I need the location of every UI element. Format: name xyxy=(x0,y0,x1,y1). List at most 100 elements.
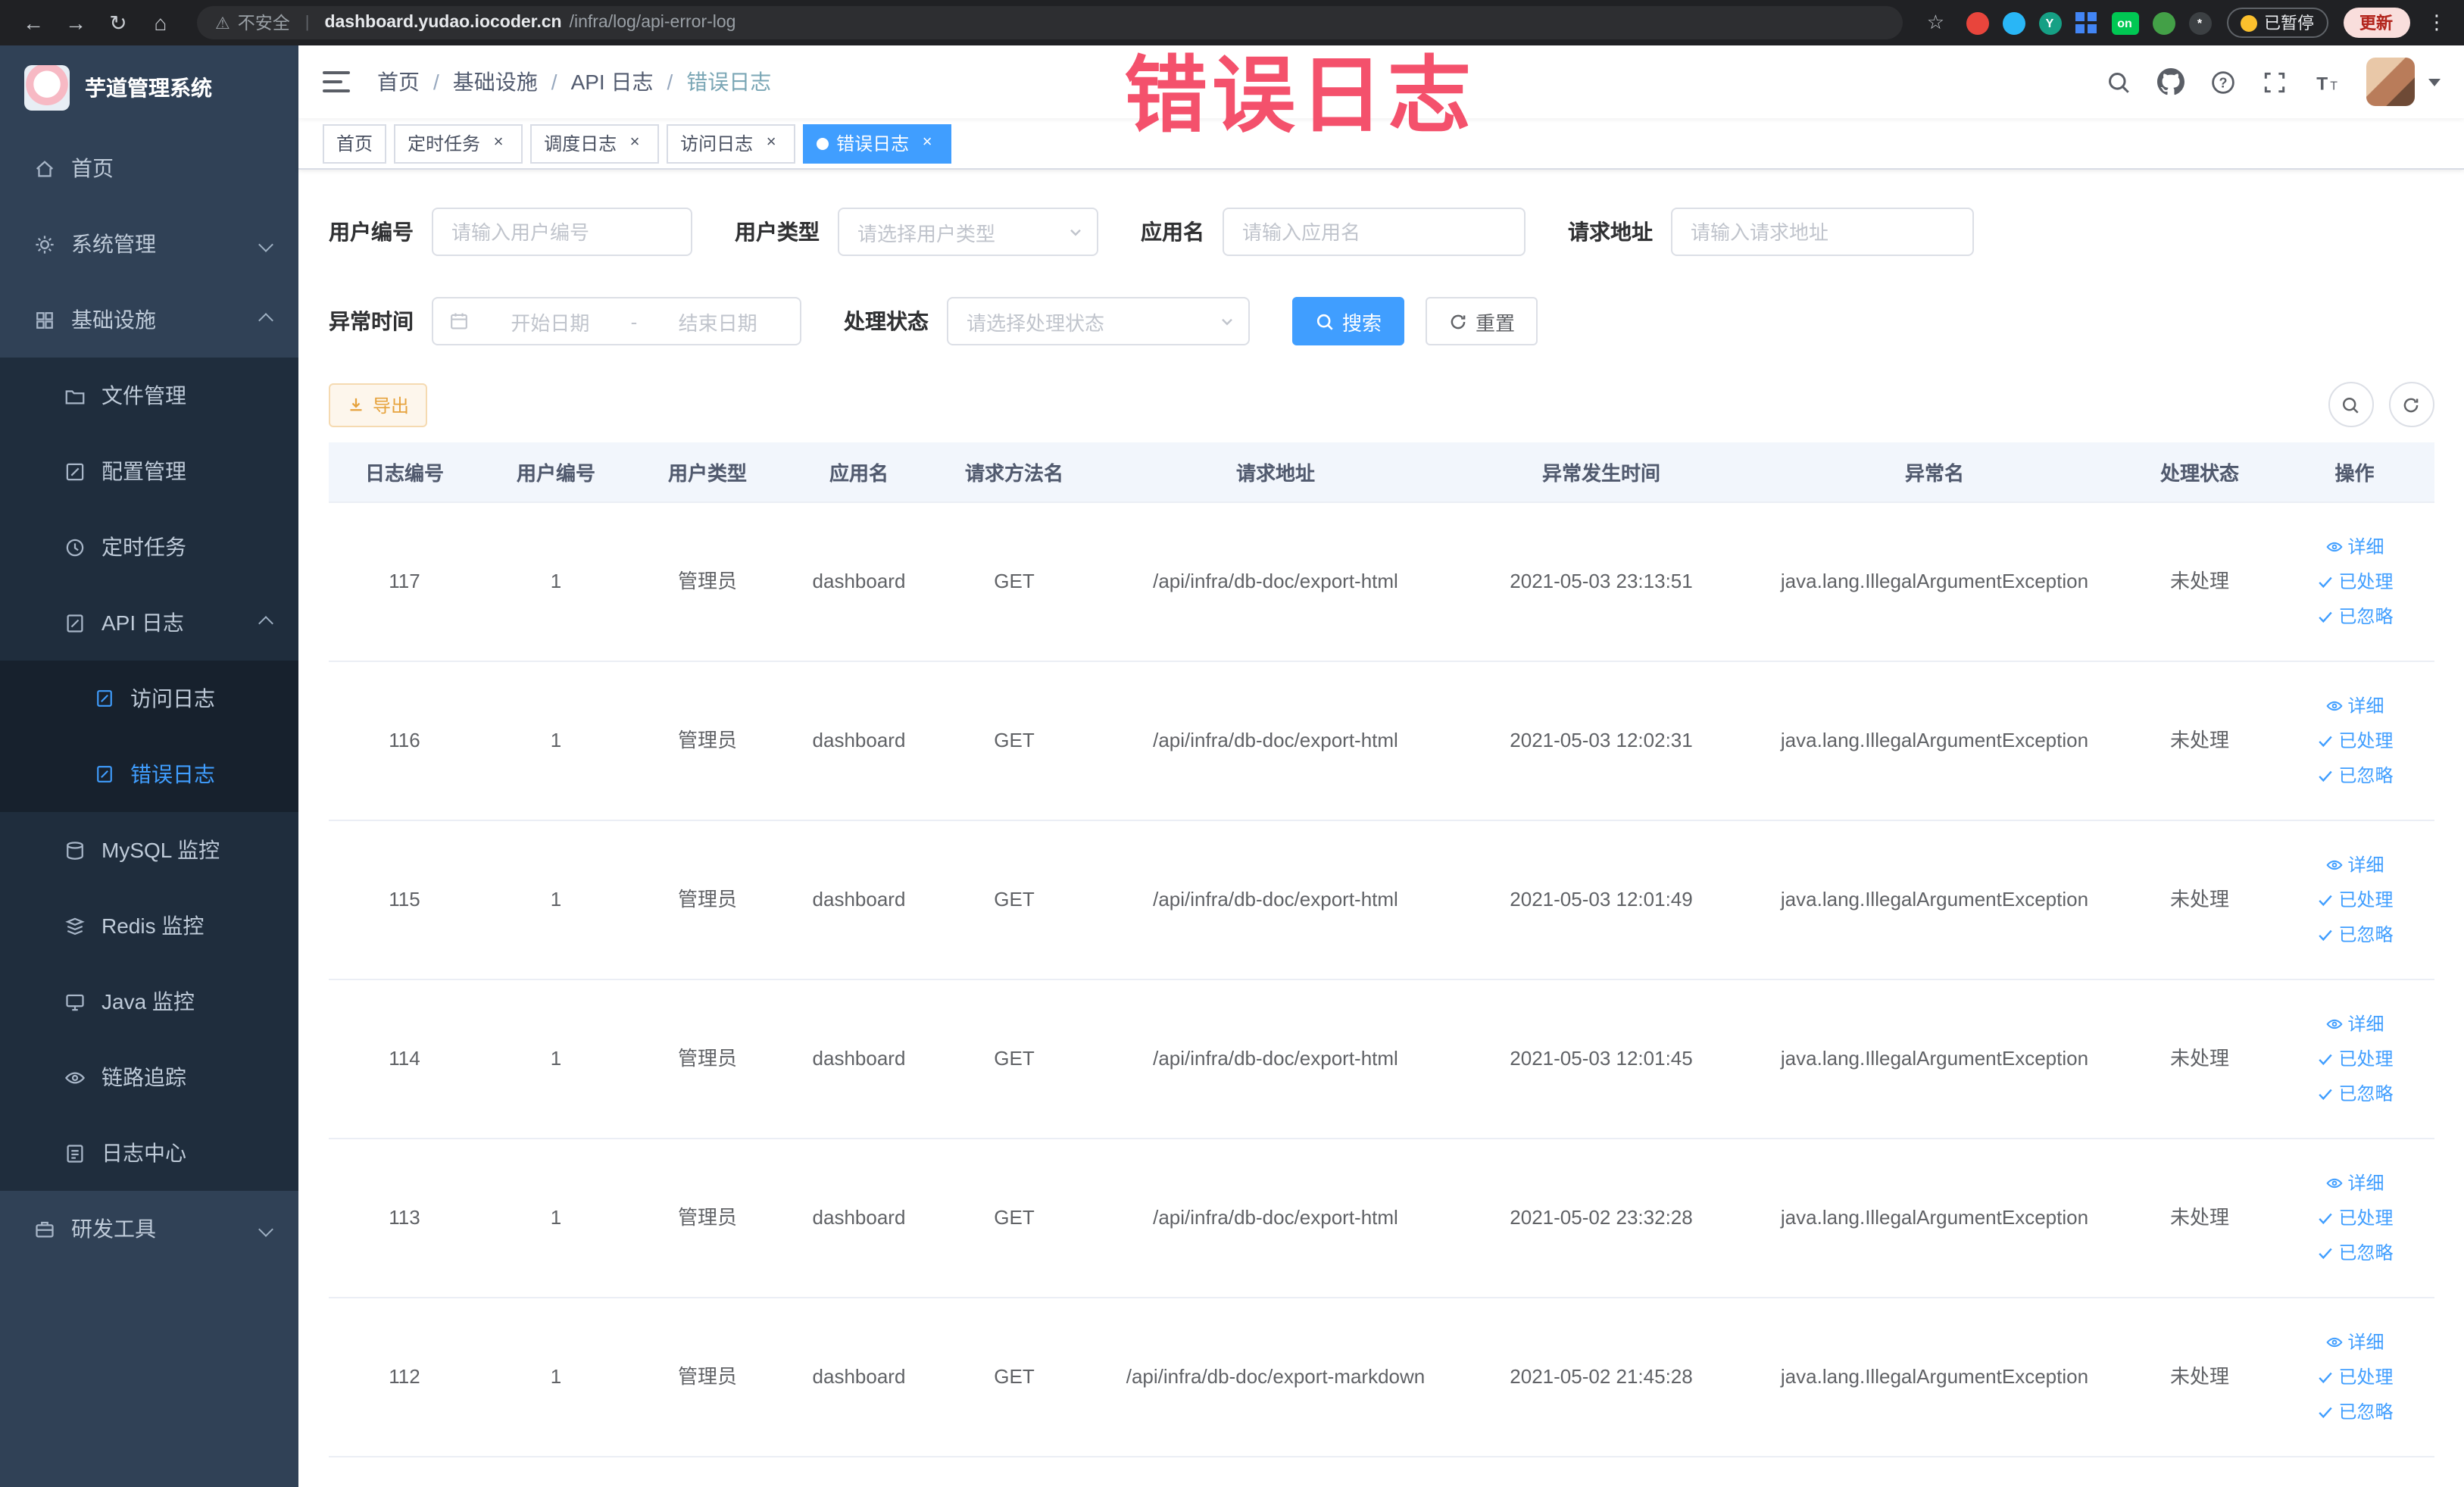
detail-link[interactable]: 详细 xyxy=(2325,692,2384,720)
breadcrumb-item[interactable]: API 日志 xyxy=(571,67,687,97)
sidebar-item-file-management[interactable]: 文件管理 xyxy=(0,358,298,433)
mark-processed-link[interactable]: 已处理 xyxy=(2316,727,2394,754)
request-url-input[interactable] xyxy=(1671,208,1974,256)
mark-processed-link[interactable]: 已处理 xyxy=(2316,1364,2394,1391)
extension-icon[interactable]: * xyxy=(2188,11,2211,34)
mark-ignored-link[interactable]: 已忽略 xyxy=(2316,921,2394,948)
sidebar-item-error-log[interactable]: 错误日志 xyxy=(0,736,298,812)
tab-home[interactable]: 首页 xyxy=(323,123,387,163)
close-icon[interactable]: × xyxy=(624,133,645,154)
browser-home-icon[interactable]: ⌂ xyxy=(142,5,179,41)
refresh-icon xyxy=(1451,314,1466,329)
mark-processed-link[interactable]: 已处理 xyxy=(2316,1045,2394,1073)
column-header: 用户类型 xyxy=(667,462,747,485)
extension-icon[interactable] xyxy=(1966,11,1988,34)
screen: ← → ↻ ⌂ ⚠ 不安全 | dashboard.yudao.iocoder.… xyxy=(0,0,2464,1487)
cell-actions: 详细 已处理 已忽略 xyxy=(2275,1329,2434,1426)
extension-on-badge[interactable]: on xyxy=(2111,11,2138,34)
mark-ignored-link[interactable]: 已忽略 xyxy=(2316,762,2394,789)
user-type-select[interactable]: 请选择用户类型 xyxy=(838,208,1098,256)
font-size-icon[interactable]: TT xyxy=(2313,69,2340,95)
sidebar-item-log-center[interactable]: 日志中心 xyxy=(0,1115,298,1191)
detail-link[interactable]: 详细 xyxy=(2325,1170,2384,1197)
avatar-caret-icon[interactable] xyxy=(2428,78,2440,86)
sidebar-item-home[interactable]: 首页 xyxy=(0,130,298,206)
sidebar-item-scheduled-jobs[interactable]: 定时任务 xyxy=(0,509,298,585)
sidebar-item-infrastructure[interactable]: 基础设施 xyxy=(0,282,298,358)
reset-button[interactable]: 重置 xyxy=(1426,297,1538,345)
toggle-search-button[interactable] xyxy=(2328,382,2373,427)
browser-reload-icon[interactable]: ↻ xyxy=(100,5,136,41)
close-icon[interactable]: × xyxy=(488,133,509,154)
user-id-input[interactable] xyxy=(432,208,692,256)
browser-update-button[interactable]: 更新 xyxy=(2343,8,2409,38)
search-button[interactable]: 搜索 xyxy=(1292,297,1405,345)
extension-icon[interactable] xyxy=(2002,11,2025,34)
paused-badge[interactable]: 已暂停 xyxy=(2226,8,2328,38)
security-label[interactable]: 不安全 xyxy=(238,11,290,35)
help-icon[interactable]: ? xyxy=(2209,69,2235,95)
app-name-input[interactable] xyxy=(1223,208,1526,256)
mark-ignored-link[interactable]: 已忽略 xyxy=(2316,1398,2394,1426)
check-icon xyxy=(2318,770,2332,783)
chevron-down-icon xyxy=(1066,223,1085,245)
close-icon[interactable]: × xyxy=(917,133,938,154)
export-button[interactable]: 导出 xyxy=(329,383,428,426)
refresh-table-button[interactable] xyxy=(2388,382,2434,427)
table-body: 117 1 管理员 dashboard GET /api/infra/db-do… xyxy=(329,503,2434,1457)
detail-link[interactable]: 详细 xyxy=(2325,851,2384,879)
mark-processed-link[interactable]: 已处理 xyxy=(2316,568,2394,595)
bookmark-star-icon[interactable]: ☆ xyxy=(1927,11,1944,35)
table-row: 117 1 管理员 dashboard GET /api/infra/db-do… xyxy=(329,503,2434,662)
mark-ignored-link[interactable]: 已忽略 xyxy=(2316,603,2394,630)
browser-back-icon[interactable]: ← xyxy=(15,5,52,41)
mark-ignored-link[interactable]: 已忽略 xyxy=(2316,1239,2394,1267)
sidebar-item-java-monitor[interactable]: Java 监控 xyxy=(0,964,298,1039)
filter-form-row-2: 异常时间 开始日期 - 结束日期 处理状态 请选择处理状态 搜索 重置 xyxy=(329,297,2434,345)
sidebar-item-system-management[interactable]: 系统管理 xyxy=(0,206,298,282)
sidebar-item-api-log[interactable]: API 日志 xyxy=(0,585,298,661)
sidebar-item-dev-tools[interactable]: 研发工具 xyxy=(0,1191,298,1267)
cell-request-method: GET xyxy=(994,570,1035,593)
check-icon xyxy=(2318,736,2332,748)
github-icon[interactable] xyxy=(2156,68,2184,95)
tab-scheduled-jobs[interactable]: 定时任务 × xyxy=(394,123,523,163)
browser-forward-icon[interactable]: → xyxy=(58,5,94,41)
sidebar-item-redis-monitor[interactable]: Redis 监控 xyxy=(0,888,298,964)
sidebar-toggle-button[interactable] xyxy=(323,71,350,92)
sidebar-item-config-management[interactable]: 配置管理 xyxy=(0,433,298,509)
detail-link[interactable]: 详细 xyxy=(2325,1329,2384,1356)
url-domain: dashboard.yudao.iocoder.cn xyxy=(324,14,562,32)
fullscreen-icon[interactable] xyxy=(2261,69,2287,95)
breadcrumb-item[interactable]: 首页 xyxy=(377,67,453,97)
extension-icon[interactable] xyxy=(2152,11,2175,34)
exception-time-range-picker[interactable]: 开始日期 - 结束日期 xyxy=(432,297,801,345)
address-bar[interactable]: ⚠ 不安全 | dashboard.yudao.iocoder.cn/infra… xyxy=(197,6,1903,39)
cell-request-method: GET xyxy=(994,888,1035,911)
tab-access-log[interactable]: 访问日志 × xyxy=(667,123,796,163)
cell-process-status: 未处理 xyxy=(2169,1365,2229,1389)
sidebar-item-access-log[interactable]: 访问日志 xyxy=(0,661,298,736)
detail-link[interactable]: 详细 xyxy=(2325,1011,2384,1038)
user-avatar[interactable] xyxy=(2366,58,2414,106)
extension-icon[interactable]: Y xyxy=(2038,11,2061,34)
cell-user-type: 管理员 xyxy=(677,1047,737,1070)
mark-processed-link[interactable]: 已处理 xyxy=(2316,886,2394,914)
cell-process-status: 未处理 xyxy=(2169,888,2229,911)
cell-user-type: 管理员 xyxy=(677,1206,737,1229)
sidebar-item-mysql-monitor[interactable]: MySQL 监控 xyxy=(0,812,298,888)
tab-error-log[interactable]: 错误日志 × xyxy=(803,123,952,163)
extension-grid-icon[interactable] xyxy=(2075,11,2097,34)
header-search-icon[interactable] xyxy=(2105,69,2131,95)
cell-app-name: dashboard xyxy=(812,1047,906,1070)
mark-ignored-link[interactable]: 已忽略 xyxy=(2316,1080,2394,1107)
browser-menu-icon[interactable]: ⋮ xyxy=(2425,11,2449,35)
check-icon xyxy=(2318,1372,2332,1384)
tab-dispatch-log[interactable]: 调度日志 × xyxy=(530,123,660,163)
sidebar-item-trace[interactable]: 链路追踪 xyxy=(0,1039,298,1115)
detail-link[interactable]: 详细 xyxy=(2325,533,2384,561)
close-icon[interactable]: × xyxy=(760,133,782,154)
mark-processed-link[interactable]: 已处理 xyxy=(2316,1204,2394,1232)
breadcrumb-item[interactable]: 基础设施 xyxy=(453,67,571,97)
process-status-select[interactable]: 请选择处理状态 xyxy=(947,297,1250,345)
